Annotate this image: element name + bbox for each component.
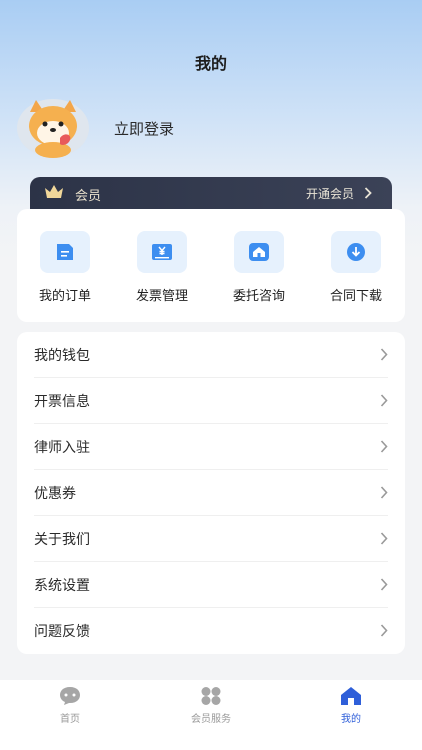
quick-action-invoice[interactable]: 发票管理 (122, 231, 202, 311)
home-consult-icon (249, 243, 269, 261)
quick-action-label: 合同下载 (329, 289, 382, 304)
menu-item-label: 开票信息 (34, 394, 90, 410)
menu-item-coupons[interactable]: 优惠券 (34, 470, 388, 516)
quick-actions-card: 我的订单 发票管理 委托咨询 合同下载 (17, 209, 405, 322)
menu-item-label: 律师入驻 (34, 440, 90, 456)
bottom-tab-bar: 首页 会员服务 我的 (0, 680, 422, 750)
tab-label: 我的 (341, 714, 361, 725)
chevron-right-icon (380, 486, 388, 499)
quick-action-icon-box (234, 231, 284, 273)
page-title: 我的 (194, 54, 227, 73)
settings-menu: 我的钱包 开票信息 律师入驻 优惠券 关于我们 系统设置 问题反馈 (17, 332, 405, 654)
tab-member-services[interactable]: 会员服务 (161, 686, 261, 725)
chevron-right-icon (380, 578, 388, 591)
download-icon (347, 243, 365, 261)
vip-label: 会员 (75, 189, 102, 204)
chevron-right-icon (380, 440, 388, 453)
quick-action-label: 发票管理 (135, 289, 188, 304)
tab-home[interactable]: 首页 (20, 686, 120, 725)
quick-action-my-orders[interactable]: 我的订单 (25, 231, 105, 311)
menu-item-invoice-info[interactable]: 开票信息 (34, 378, 388, 424)
tab-label: 首页 (60, 714, 80, 725)
invoice-yen-icon (152, 244, 172, 260)
chat-bubble-icon (60, 687, 80, 705)
menu-item-label: 关于我们 (34, 532, 90, 548)
menu-item-system-settings[interactable]: 系统设置 (34, 562, 388, 608)
menu-item-label: 问题反馈 (34, 624, 90, 640)
quick-action-label: 我的订单 (38, 289, 91, 304)
quick-action-icon-box (137, 231, 187, 273)
quick-action-icon-box (331, 231, 381, 273)
quick-action-consult[interactable]: 委托咨询 (219, 231, 299, 311)
menu-item-wallet[interactable]: 我的钱包 (34, 332, 388, 378)
login-link[interactable]: 立即登录 (114, 118, 174, 139)
chevron-right-icon (380, 348, 388, 361)
chevron-right-icon (380, 532, 388, 545)
menu-item-feedback[interactable]: 问题反馈 (34, 608, 388, 654)
menu-item-lawyer-join[interactable]: 律师入驻 (34, 424, 388, 470)
quick-action-label: 委托咨询 (232, 289, 285, 304)
open-vip-link[interactable]: 开通会员 (306, 185, 354, 202)
tab-label: 会员服务 (191, 714, 231, 725)
avatar[interactable] (16, 98, 90, 158)
order-document-icon (57, 244, 73, 260)
menu-item-about-us[interactable]: 关于我们 (34, 516, 388, 562)
quick-action-contract-download[interactable]: 合同下载 (316, 231, 396, 311)
chevron-right-icon (364, 187, 372, 199)
house-icon (341, 687, 361, 705)
quick-action-icon-box (40, 231, 90, 273)
grid-services-icon (201, 687, 221, 705)
chevron-right-icon (380, 624, 388, 637)
tab-mine[interactable]: 我的 (301, 686, 401, 725)
menu-item-label: 优惠券 (34, 486, 76, 502)
menu-item-label: 我的钱包 (34, 348, 90, 364)
menu-item-label: 系统设置 (34, 578, 90, 594)
crown-icon (45, 185, 63, 198)
chevron-right-icon (380, 394, 388, 407)
